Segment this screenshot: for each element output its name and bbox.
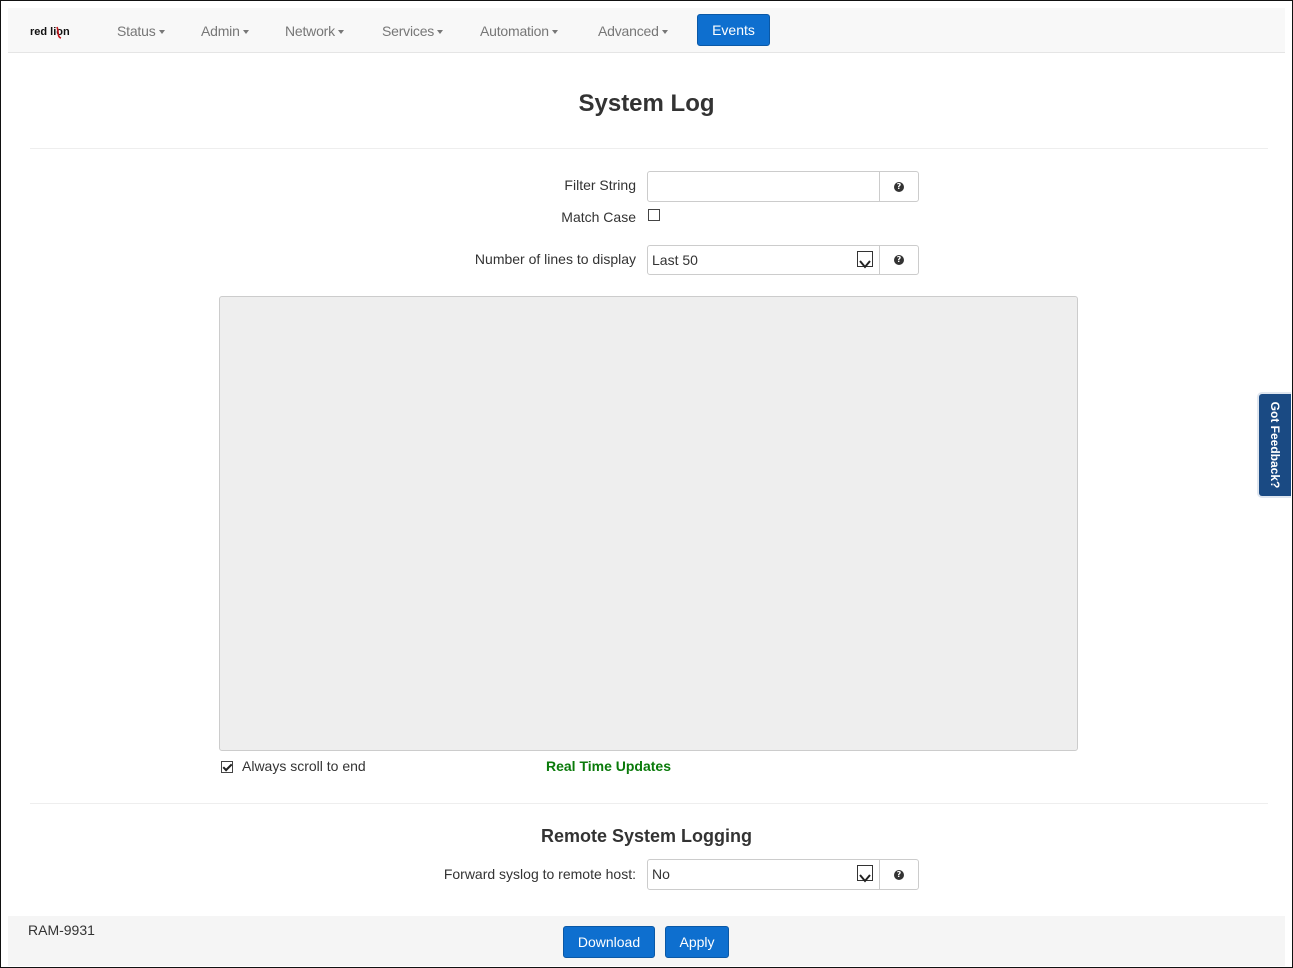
lines-help-button[interactable]: ? bbox=[879, 245, 919, 275]
divider bbox=[30, 803, 1268, 804]
nav-network-label: Network bbox=[285, 23, 335, 39]
feedback-label: Got Feedback? bbox=[1268, 401, 1282, 489]
forward-syslog-select[interactable]: No bbox=[647, 859, 880, 890]
system-log-textarea[interactable] bbox=[219, 296, 1078, 751]
chevron-down-icon bbox=[437, 30, 444, 35]
feedback-tab[interactable]: Got Feedback? bbox=[1257, 392, 1291, 498]
chevron-down-icon bbox=[857, 251, 873, 269]
filter-help-button[interactable]: ? bbox=[879, 171, 919, 202]
filter-string-input[interactable] bbox=[647, 171, 880, 202]
real-time-updates-status: Real Time Updates bbox=[546, 758, 672, 774]
remote-logging-title: Remote System Logging bbox=[540, 826, 753, 846]
apply-button[interactable]: Apply bbox=[665, 926, 729, 958]
question-circle-icon: ? bbox=[894, 869, 904, 880]
nav-network[interactable]: Network bbox=[285, 16, 344, 46]
nav-services[interactable]: Services bbox=[382, 16, 444, 46]
nav-admin-label: Admin bbox=[201, 23, 240, 39]
nav-status-label: Status bbox=[117, 23, 156, 39]
lines-to-display-label: Number of lines to display bbox=[474, 251, 636, 267]
nav-services-label: Services bbox=[382, 23, 435, 39]
forward-help-button[interactable]: ? bbox=[879, 859, 919, 890]
divider bbox=[30, 148, 1268, 149]
question-circle-icon: ? bbox=[894, 255, 904, 265]
chevron-down-icon bbox=[158, 30, 165, 35]
top-navbar: red lion Status Admin Network Services A… bbox=[8, 8, 1285, 53]
nav-events[interactable]: Events bbox=[697, 14, 770, 46]
download-button[interactable]: Download bbox=[563, 926, 655, 958]
forward-selected-value: No bbox=[652, 866, 670, 882]
match-case-checkbox[interactable] bbox=[648, 209, 660, 221]
nav-advanced-label: Advanced bbox=[598, 23, 659, 39]
question-circle-icon: ? bbox=[894, 181, 904, 192]
page-title: System Log bbox=[578, 90, 715, 117]
red-lion-logo[interactable]: red lion bbox=[30, 23, 76, 39]
always-scroll-checkbox[interactable] bbox=[221, 761, 233, 773]
chevron-down-icon bbox=[857, 865, 873, 883]
device-model: RAM-9931 bbox=[28, 922, 95, 938]
chevron-down-icon bbox=[242, 30, 249, 35]
chevron-down-icon bbox=[661, 30, 668, 35]
lines-to-display-select[interactable]: Last 50 bbox=[647, 245, 880, 275]
chevron-down-icon bbox=[551, 30, 558, 35]
forward-syslog-label: Forward syslog to remote host: bbox=[443, 866, 636, 882]
nav-automation[interactable]: Automation bbox=[480, 16, 558, 46]
nav-automation-label: Automation bbox=[480, 23, 549, 39]
match-case-label: Match Case bbox=[561, 209, 636, 225]
svg-text:red lion: red lion bbox=[30, 26, 70, 38]
filter-string-label: Filter String bbox=[564, 177, 636, 193]
chevron-down-icon bbox=[337, 30, 344, 35]
nav-advanced[interactable]: Advanced bbox=[598, 16, 668, 46]
lines-selected-value: Last 50 bbox=[652, 252, 698, 268]
always-scroll-label: Always scroll to end bbox=[242, 758, 366, 774]
nav-admin[interactable]: Admin bbox=[201, 16, 249, 46]
nav-status[interactable]: Status bbox=[117, 16, 165, 46]
